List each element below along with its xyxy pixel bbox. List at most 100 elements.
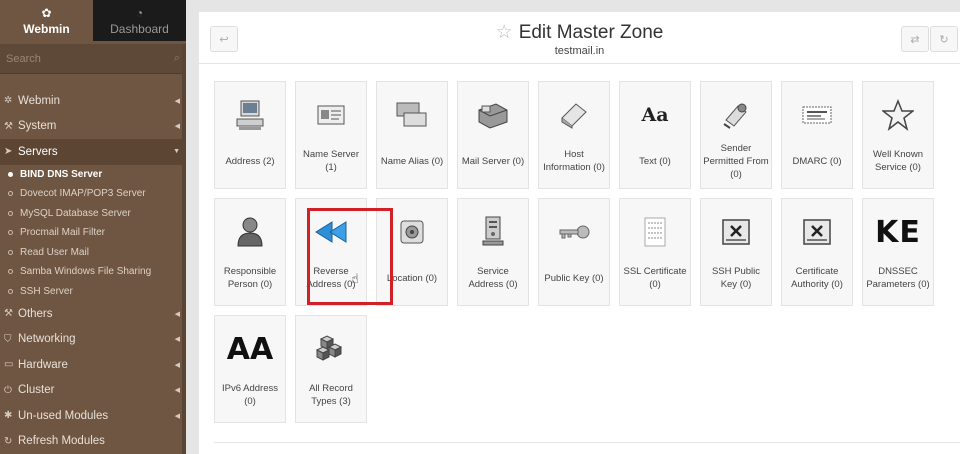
- cubes-icon: [315, 335, 343, 361]
- sidebar-subitem-procmail[interactable]: Procmail Mail Filter: [0, 223, 186, 243]
- sidebar-subitem-label: MySQL Database Server: [20, 207, 131, 219]
- tab-webmin[interactable]: ✿ Webmin: [0, 0, 93, 41]
- sidebar-subitem-label: Dovecot IMAP/POP3 Server: [20, 188, 146, 200]
- tile-label: Certificate Authority (0): [791, 266, 843, 290]
- sidebar-scrollbar[interactable]: [182, 44, 186, 454]
- mail-server-icon: [478, 103, 508, 129]
- sidebar-subitem-label: SSH Server: [20, 285, 73, 297]
- spf-icon: [723, 103, 747, 129]
- rocket-icon: ➤: [4, 146, 13, 158]
- sidebar-item-webmin[interactable]: ✲ Webmin ◀: [0, 88, 186, 114]
- sidebar-item-label: Others: [18, 307, 53, 320]
- sidebar-item-hardware[interactable]: ▭ Hardware ◀: [0, 352, 186, 378]
- tile-label: IPv6 Address (0): [222, 383, 278, 407]
- sidebar-item-servers[interactable]: ➤ Servers ▼: [0, 139, 186, 165]
- sidebar-item-label: Webmin: [18, 94, 60, 107]
- dnssec-icon: KE: [875, 214, 921, 250]
- tile-certificate-authority[interactable]: Certificate Authority (0): [781, 198, 853, 306]
- tab-dashboard[interactable]: ◔ Dashboard: [93, 0, 186, 41]
- host-info-icon: [561, 103, 587, 129]
- tile-ssh-public-key[interactable]: SSH Public Key (0): [700, 198, 772, 306]
- tile-label: Text (0): [639, 155, 671, 167]
- sidebar-item-label: Servers: [18, 145, 58, 158]
- sidebar-item-cluster[interactable]: ⏻ Cluster ◀: [0, 378, 186, 404]
- sidebar-menu: ✲ Webmin ◀ ⚒ System ◀ ➤ Servers ▼ BIND D…: [0, 88, 186, 454]
- tile-label: Name Server (1): [303, 149, 359, 173]
- certificate-authority-icon: [803, 219, 831, 245]
- sync-button[interactable]: ⇄: [901, 26, 929, 52]
- tile-text[interactable]: Aa Text (0): [619, 81, 691, 189]
- tile-name-server[interactable]: Name Server (1): [295, 81, 367, 189]
- star-icon: [882, 99, 914, 131]
- tile-ipv6-address[interactable]: AA IPv6 Address (0): [214, 315, 286, 423]
- page-header: ↩ ☆ Edit Master Zone testmail.in ⇄ ↻: [199, 12, 960, 64]
- sidebar-subitem-label: Read User Mail: [20, 246, 89, 258]
- ipv6-icon: AA: [226, 331, 274, 367]
- tile-host-information[interactable]: Host Information (0): [538, 81, 610, 189]
- page-title: ☆ Edit Master Zone: [199, 21, 960, 44]
- tile-public-key[interactable]: Public Key (0): [538, 198, 610, 306]
- tile-ssl-certificate[interactable]: SSL Certificate (0): [619, 198, 691, 306]
- sidebar-item-others[interactable]: ⚒ Others ◀: [0, 301, 186, 327]
- sidebar-subitem-dovecot[interactable]: Dovecot IMAP/POP3 Server: [0, 184, 186, 204]
- bullet-icon: [8, 288, 13, 294]
- sidebar-subitem-read-user-mail[interactable]: Read User Mail: [0, 243, 186, 263]
- tile-label: Address (2): [225, 155, 275, 167]
- tile-dnssec-parameters[interactable]: KE DNSSEC Parameters (0): [862, 198, 934, 306]
- computer-icon: [236, 100, 264, 130]
- tile-label: DNSSEC Parameters (0): [866, 266, 930, 290]
- refresh-icon: ↻: [4, 435, 13, 447]
- ssl-certificate-icon: [644, 217, 666, 247]
- sidebar-subitem-ssh[interactable]: SSH Server: [0, 282, 186, 302]
- sidebar-item-refresh-modules[interactable]: ↻ Refresh Modules: [0, 429, 186, 454]
- person-icon: [237, 217, 263, 247]
- tile-label: Well Known Service (0): [873, 149, 923, 173]
- tile-all-record-types[interactable]: All Record Types (3): [295, 315, 367, 423]
- tile-label: Service Address (0): [468, 266, 518, 290]
- tile-label: SSL Certificate (0): [623, 266, 687, 290]
- tile-label: Host Information (0): [543, 149, 605, 173]
- sync-icon: ⇄: [910, 33, 920, 46]
- sidebar-subitem-bind-dns[interactable]: BIND DNS Server: [0, 165, 186, 185]
- sidebar-item-networking[interactable]: ⛉ Networking ◀: [0, 327, 186, 353]
- tile-label: All Record Types (3): [309, 383, 353, 407]
- sidebar-item-label: Un-used Modules: [18, 409, 109, 422]
- sidebar-subitem-label: Procmail Mail Filter: [20, 227, 106, 239]
- tab-dashboard-label: Dashboard: [110, 21, 169, 36]
- search-input[interactable]: [6, 52, 174, 65]
- tile-address[interactable]: Address (2): [214, 81, 286, 189]
- sidebar-subitem-mysql[interactable]: MySQL Database Server: [0, 204, 186, 224]
- tile-label: Responsible Person (0): [223, 266, 277, 290]
- tile-sender-permitted-from[interactable]: Sender Permitted From (0): [700, 81, 772, 189]
- chevron-left-icon: ◀: [174, 361, 180, 369]
- tile-name-alias[interactable]: Name Alias (0): [376, 81, 448, 189]
- tile-reverse-address[interactable]: Reverse Address (0): [295, 198, 367, 306]
- chevron-left-icon: ◀: [174, 336, 180, 344]
- dashboard-icon: ◔: [135, 5, 144, 20]
- tile-responsible-person[interactable]: Responsible Person (0): [214, 198, 286, 306]
- bullet-icon: [8, 210, 13, 216]
- sidebar-subitem-label: BIND DNS Server: [20, 168, 103, 180]
- chevron-left-icon: ◀: [174, 387, 180, 395]
- page-subtitle: testmail.in: [554, 45, 605, 57]
- bullet-icon: [8, 269, 13, 275]
- sidebar-item-unused-modules[interactable]: ✱ Un-used Modules ◀: [0, 403, 186, 429]
- refresh-button[interactable]: ↻: [930, 26, 958, 52]
- tile-service-address[interactable]: Service Address (0): [457, 198, 529, 306]
- reverse-arrow-icon: [315, 221, 347, 243]
- tab-webmin-label: Webmin: [23, 21, 70, 36]
- tile-dmarc[interactable]: DMARC (0): [781, 81, 853, 189]
- name-alias-icon: [396, 102, 427, 127]
- hardware-icon: ▭: [4, 359, 14, 371]
- tile-well-known-service[interactable]: Well Known Service (0): [862, 81, 934, 189]
- main-panel: ↩ ☆ Edit Master Zone testmail.in ⇄ ↻ Addr…: [199, 12, 960, 454]
- tile-location[interactable]: Location (0): [376, 198, 448, 306]
- puzzle-icon: ✱: [4, 410, 13, 422]
- tile-mail-server[interactable]: Mail Server (0): [457, 81, 529, 189]
- sidebar-item-system[interactable]: ⚒ System ◀: [0, 114, 186, 140]
- divider: [214, 442, 960, 443]
- star-favorite-icon[interactable]: ☆: [496, 22, 513, 43]
- sidebar-item-label: Refresh Modules: [18, 435, 105, 448]
- refresh-icon: ↻: [939, 33, 949, 46]
- sidebar-subitem-samba[interactable]: Samba Windows File Sharing: [0, 262, 186, 282]
